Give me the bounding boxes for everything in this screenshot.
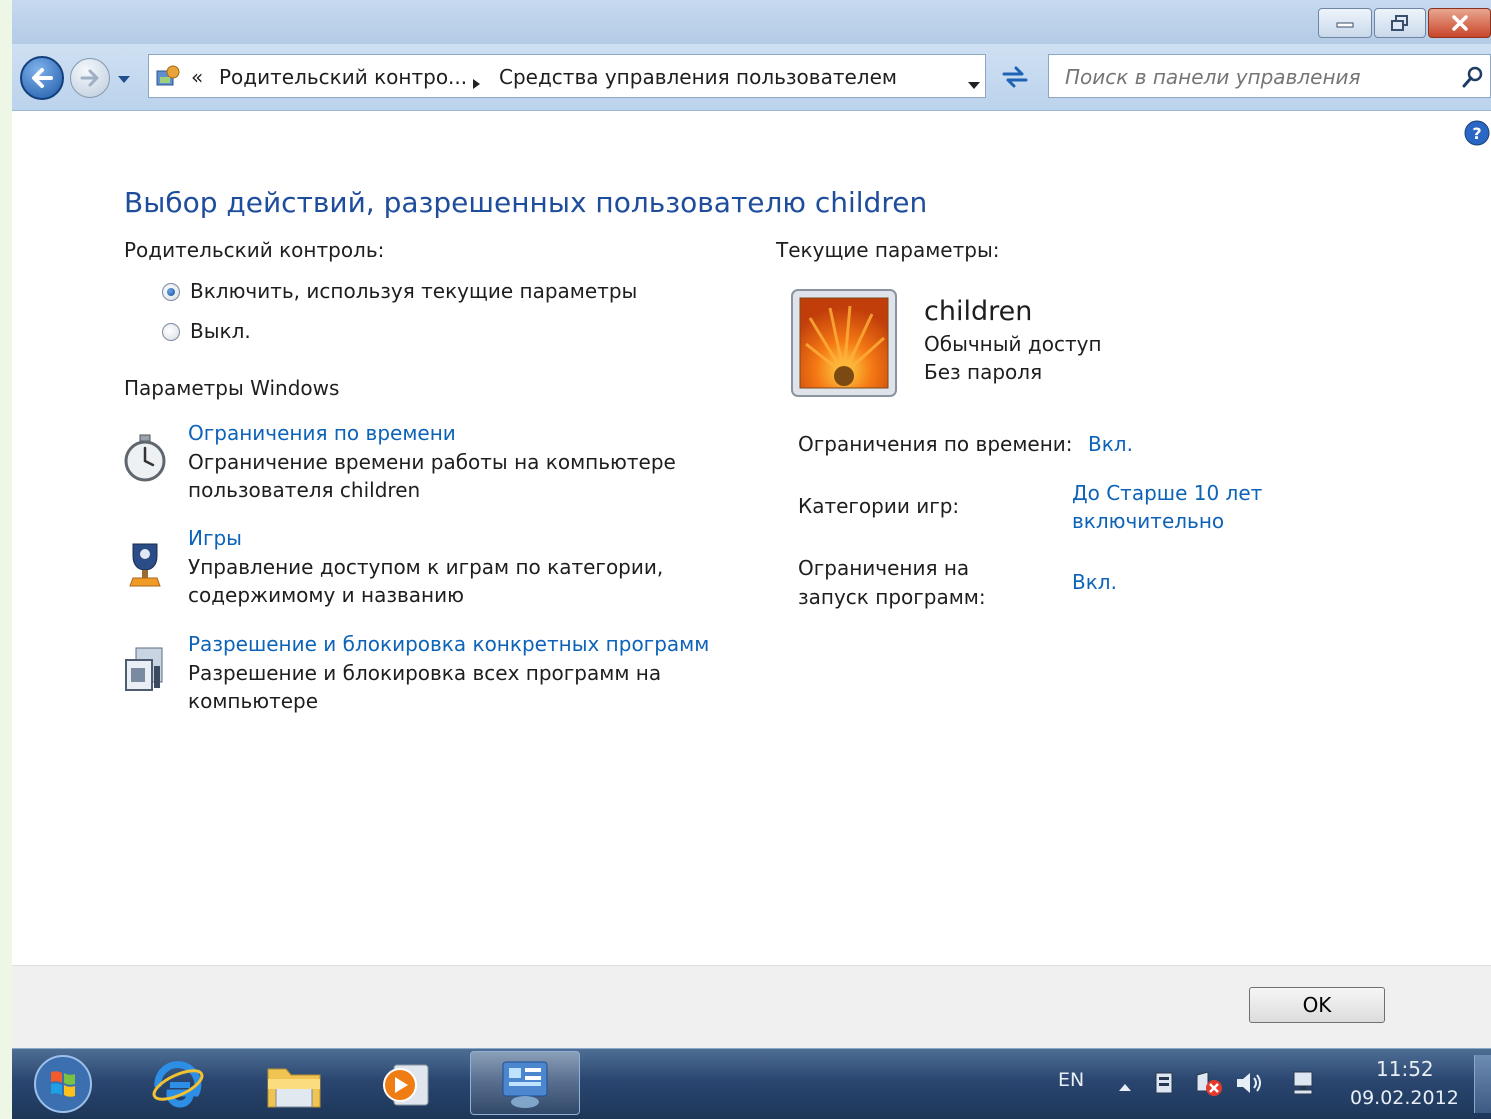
taskbar-explorer[interactable]: [264, 1055, 324, 1113]
search-input[interactable]: [1063, 61, 1447, 93]
games-status-label: Категории игр:: [798, 494, 960, 518]
close-button[interactable]: [1428, 8, 1491, 38]
dialog-footer: OK: [12, 965, 1491, 1049]
programs-desc-1: Разрешение и блокировка всех программ на: [188, 661, 662, 685]
clock-date[interactable]: 09.02.2012: [1350, 1087, 1459, 1109]
svg-text:?: ?: [1472, 124, 1481, 143]
control-panel-icon: [502, 1061, 548, 1108]
page-title: Выбор действий, разрешенных пользователю…: [124, 186, 928, 219]
time-limits-desc-2: пользователя children: [188, 478, 421, 502]
breadcrumb-overflow[interactable]: «: [191, 65, 203, 89]
network-icon[interactable]: [1290, 1069, 1318, 1101]
forward-arrow-icon: [80, 69, 99, 87]
taskbar-internet-explorer[interactable]: [148, 1055, 208, 1113]
games-status-value-1[interactable]: До Старше 10 лет: [1072, 481, 1262, 505]
close-icon: [1451, 15, 1468, 31]
folder-icon: [267, 1068, 321, 1108]
language-indicator[interactable]: EN: [1058, 1069, 1084, 1091]
games-status-value-2[interactable]: включительно: [1072, 509, 1224, 533]
internet-explorer-icon: [152, 1061, 204, 1108]
programs-status-label-1: Ограничения на: [798, 556, 970, 580]
restore-icon: [1391, 15, 1408, 31]
games-desc-2: содержимому и названию: [188, 583, 464, 607]
back-arrow-icon: [32, 68, 53, 88]
link-allow-block-programs[interactable]: Разрешение и блокировка конкретных прогр…: [188, 632, 709, 656]
volume-icon[interactable]: [1234, 1071, 1264, 1099]
refresh-button[interactable]: [992, 56, 1038, 96]
games-desc-1: Управление доступом к играм по категории…: [188, 555, 664, 579]
radio-disable-label[interactable]: Выкл.: [190, 319, 251, 343]
search-icon[interactable]: [1461, 65, 1485, 94]
minimize-icon: [1336, 22, 1354, 28]
account-type: Обычный доступ: [924, 332, 1102, 356]
link-games[interactable]: Игры: [188, 526, 242, 550]
show-desktop-button[interactable]: [1474, 1055, 1491, 1113]
help-icon[interactable]: ?: [1464, 120, 1490, 150]
programs-status-value[interactable]: Вкл.: [1072, 570, 1117, 594]
windows-logo-icon: [34, 1055, 92, 1113]
show-hidden-icons-button[interactable]: [1118, 1077, 1132, 1096]
chevron-down-icon: [118, 76, 130, 83]
current-params-label: Текущие параметры:: [776, 238, 1000, 262]
breadcrumb-parental-control[interactable]: Родительский контро...: [219, 65, 467, 89]
radio-enable-parental-control[interactable]: [162, 283, 180, 301]
time-limits-desc-1: Ограничение времени работы на компьютере: [188, 450, 676, 474]
breadcrumb-separator-icon[interactable]: [471, 71, 481, 95]
programs-desc-2: компьютере: [188, 689, 319, 713]
taskbar: EN 11:52 09.02.2012: [12, 1048, 1491, 1119]
breadcrumb-user-controls[interactable]: Средства управления пользователем: [499, 65, 897, 89]
minimize-button[interactable]: [1318, 8, 1372, 38]
taskbar-control-panel-active[interactable]: [470, 1051, 580, 1115]
address-bar[interactable]: « Родительский контро... Средства управл…: [148, 54, 986, 98]
control-panel-icon: [155, 63, 183, 94]
control-panel-window: « Родительский контро... Средства управл…: [12, 0, 1491, 1049]
user-avatar: [790, 288, 900, 402]
clock-time[interactable]: 11:52: [1376, 1057, 1434, 1081]
media-player-icon: [383, 1064, 429, 1106]
taskbar-media-player[interactable]: [376, 1055, 436, 1113]
trophy-icon: [124, 540, 166, 596]
address-dropdown-icon[interactable]: [967, 71, 981, 95]
password-status: Без пароля: [924, 360, 1043, 384]
program-block-icon: [122, 646, 168, 698]
history-dropdown-button[interactable]: [116, 70, 132, 89]
title-bar[interactable]: [12, 0, 1491, 44]
action-center-icon[interactable]: [1152, 1069, 1178, 1101]
network-error-icon[interactable]: [1194, 1069, 1224, 1103]
parental-control-label: Родительский контроль:: [124, 238, 385, 262]
programs-status-label-2: запуск программ:: [798, 585, 986, 609]
windows-params-label: Параметры Windows: [124, 376, 340, 400]
link-time-limits[interactable]: Ограничения по времени: [188, 421, 456, 445]
chevron-up-icon: [1119, 1084, 1131, 1091]
ok-button[interactable]: OK: [1249, 987, 1385, 1023]
start-button[interactable]: [28, 1055, 98, 1113]
radio-disable-parental-control[interactable]: [162, 323, 180, 341]
maximize-button[interactable]: [1374, 8, 1426, 38]
time-limits-status-label: Ограничения по времени:: [798, 432, 1073, 456]
time-limits-status-value[interactable]: Вкл.: [1088, 432, 1133, 456]
forward-button[interactable]: [70, 58, 110, 98]
search-box[interactable]: [1048, 54, 1491, 98]
stopwatch-icon: [120, 432, 170, 488]
back-button[interactable]: [20, 56, 64, 100]
radio-enable-label[interactable]: Включить, используя текущие параметры: [190, 279, 637, 303]
user-name: children: [924, 296, 1033, 327]
refresh-icon: [1002, 66, 1028, 88]
